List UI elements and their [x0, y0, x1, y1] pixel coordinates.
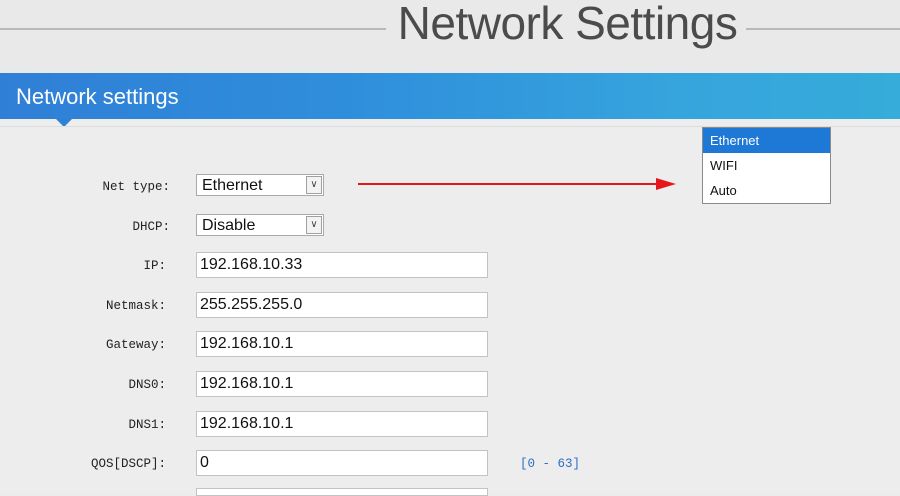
section-header: Network settings — [0, 73, 900, 119]
qos-range-hint: [0 - 63] — [520, 457, 581, 471]
qos-label: QOS[DSCP]: — [90, 457, 166, 471]
netmask-label: Netmask: — [105, 299, 166, 313]
gateway-label: Gateway: — [105, 338, 166, 352]
net-type-value: Ethernet — [202, 177, 263, 194]
dropdown-option-ethernet[interactable]: Ethernet — [703, 128, 830, 153]
netmask-input[interactable]: 255.255.255.0 — [196, 292, 488, 318]
gateway-input[interactable]: 192.168.10.1 — [196, 331, 488, 357]
ip-input[interactable]: 192.168.10.33 — [196, 252, 488, 278]
dhcp-select[interactable]: Disable ∨ — [196, 214, 324, 236]
red-arrow-head-icon — [656, 178, 676, 190]
title-rule-right — [746, 28, 900, 30]
title-rule-left — [0, 28, 386, 30]
dhcp-label: DHCP: — [132, 220, 170, 234]
dropdown-option-auto[interactable]: Auto — [703, 178, 830, 203]
ip-label: IP: — [143, 259, 166, 273]
dns1-input[interactable]: 192.168.10.1 — [196, 411, 488, 437]
next-field-input[interactable] — [196, 488, 488, 496]
dropdown-option-wifi[interactable]: WIFI — [703, 153, 830, 178]
dhcp-value: Disable — [202, 217, 256, 234]
section-title: Network settings — [16, 84, 179, 109]
chevron-down-icon[interactable]: ∨ — [306, 216, 322, 234]
dns1-label: DNS1: — [128, 418, 166, 432]
net-type-label: Net type: — [102, 180, 170, 194]
red-arrow-icon — [358, 183, 658, 185]
qos-input[interactable]: 0 — [196, 450, 488, 476]
chevron-down-icon[interactable]: ∨ — [306, 176, 322, 194]
net-type-dropdown-list: Ethernet WIFI Auto — [702, 127, 831, 204]
dns0-input[interactable]: 192.168.10.1 — [196, 371, 488, 397]
page-title: Network Settings — [397, 0, 738, 49]
net-type-select[interactable]: Ethernet ∨ — [196, 174, 324, 196]
dns0-label: DNS0: — [128, 378, 166, 392]
